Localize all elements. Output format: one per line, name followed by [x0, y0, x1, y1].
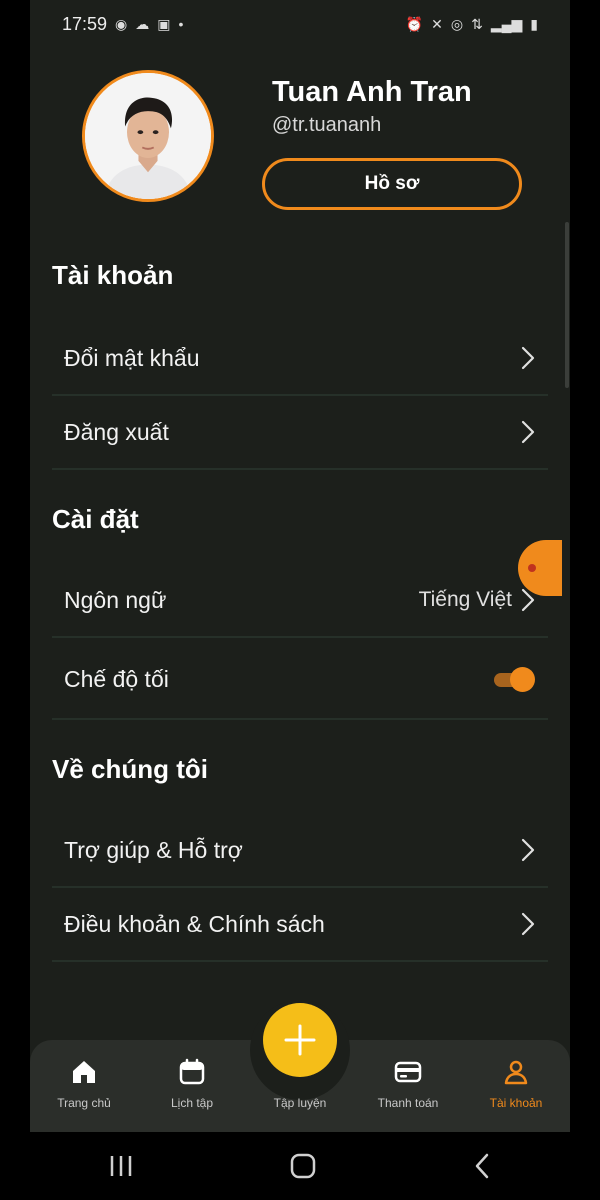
toggle-thumb [510, 667, 535, 692]
home-button-icon[interactable] [289, 1152, 317, 1180]
nav-label-calendar: Lịch tập [170, 1096, 214, 1110]
status-time: 17:59 [62, 13, 108, 34]
nav-label-home: Trang chủ [57, 1096, 111, 1110]
profile-name: Tuan Anh Tran [272, 76, 472, 108]
help-support-label: Trợ giúp & Hỗ trợ [64, 836, 243, 863]
dot-icon: • [178, 16, 184, 32]
status-right: ⏰ ✕ ◎ ⇅ ▂▄▆ ▮ [406, 16, 538, 33]
signal-icon: ▂▄▆ [490, 15, 523, 32]
bubble-dot [528, 564, 536, 572]
language-label: Ngôn ngữ [64, 586, 167, 613]
chevron-right-icon [521, 912, 535, 936]
back-icon[interactable] [472, 1152, 492, 1180]
bag-icon: ▣ [157, 15, 171, 32]
status-left: 17:59 ◉ ☁ ▣ • [62, 14, 183, 35]
avatar[interactable] [82, 70, 214, 202]
status-bar: 17:59 ◉ ☁ ▣ • ⏰ ✕ ◎ ⇅ ▂▄▆ ▮ [30, 0, 570, 48]
language-value-group: Tiếng Việt [419, 587, 536, 613]
recent-apps-icon[interactable] [108, 1154, 134, 1178]
cloud-icon: ☁ [135, 15, 150, 32]
nav-item-calendar[interactable]: Lịch tập [138, 1058, 246, 1118]
card-icon [394, 1061, 422, 1083]
nav-item-workout[interactable]: Tập luyện [246, 1058, 354, 1118]
messenger-icon: ◉ [115, 15, 128, 32]
change-password-row[interactable]: Đổi mật khẩu [52, 322, 548, 396]
hotspot-icon: ◎ [450, 15, 464, 32]
chevron-right-icon [521, 838, 535, 862]
alarm-icon: ⏰ [405, 15, 424, 32]
plus-icon [284, 1024, 316, 1056]
calendar-icon [179, 1058, 205, 1085]
profile-header: Tuan Anh Tran @tr.tuananh Hồ sơ [30, 64, 570, 224]
dark-mode-row: Chế độ tối [52, 640, 548, 720]
dark-mode-toggle[interactable] [494, 667, 536, 692]
nav-item-account[interactable]: Tài khoản [462, 1058, 570, 1118]
system-nav-bar [30, 1132, 570, 1200]
language-value: Tiếng Việt [418, 588, 512, 611]
nav-label-workout: Tập luyện [273, 1096, 327, 1110]
language-row[interactable]: Ngôn ngữ Tiếng Việt [52, 564, 548, 638]
logout-row[interactable]: Đăng xuất [52, 396, 548, 470]
home-icon [73, 1061, 95, 1083]
section-title-account: Tài khoản [52, 260, 174, 290]
section-title-settings: Cài đặt [52, 504, 139, 534]
battery-icon: ▮ [530, 15, 538, 32]
data-icon: ⇅ [471, 15, 483, 32]
terms-policy-label: Điều khoản & Chính sách [64, 910, 325, 937]
change-password-label: Đổi mật khẩu [64, 344, 200, 371]
profile-handle: @tr.tuananh [272, 114, 382, 136]
help-support-row[interactable]: Trợ giúp & Hỗ trợ [52, 814, 548, 888]
scrollbar[interactable] [565, 222, 569, 388]
user-icon [504, 1060, 528, 1085]
nav-item-payment[interactable]: Thanh toán [354, 1058, 462, 1118]
section-title-about: Về chúng tôi [52, 754, 208, 784]
terms-policy-row[interactable]: Điều khoản & Chính sách [52, 888, 548, 962]
profile-button[interactable]: Hồ sơ [262, 158, 522, 210]
nav-label-payment: Thanh toán [377, 1096, 439, 1110]
chevron-right-icon [521, 346, 535, 370]
nav-label-account: Tài khoản [489, 1096, 543, 1110]
dark-mode-label: Chế độ tối [64, 665, 169, 692]
logout-label: Đăng xuất [64, 418, 169, 445]
mute-icon: ✕ [431, 15, 443, 32]
account-screen: 17:59 ◉ ☁ ▣ • ⏰ ✕ ◎ ⇅ ▂▄▆ ▮ Tuan Anh Tra… [30, 0, 570, 1200]
nav-item-home[interactable]: Trang chủ [30, 1058, 138, 1118]
avatar-image [85, 73, 211, 199]
chevron-right-icon [521, 420, 535, 444]
